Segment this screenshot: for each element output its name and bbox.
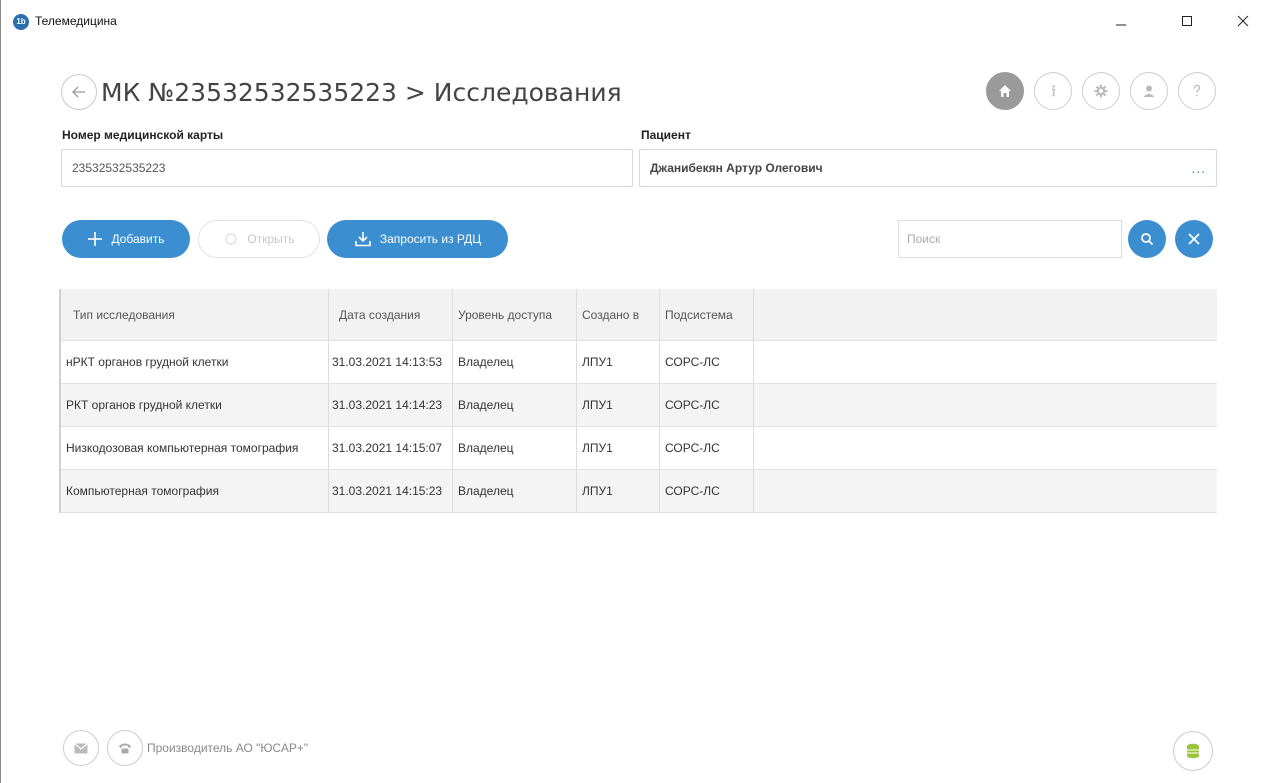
card-number-field[interactable]: 23532532535223 [61,149,633,187]
column-header[interactable]: Подсистема [660,289,754,340]
row-filler [754,341,1217,383]
column-header[interactable]: Дата создания [329,289,453,340]
open-button[interactable]: Открыть [198,220,320,258]
access-level-cell: Владелец [453,384,577,426]
user-button[interactable] [1130,72,1168,110]
clear-search-button[interactable] [1175,220,1213,258]
request-rdc-button[interactable]: Запросить из РДЦ [327,220,508,258]
created-in-cell: ЛПУ1 [577,341,660,383]
patient-select-button[interactable]: ... [1191,160,1206,176]
footer: Производитель АО "ЮСАР+" [63,730,308,766]
home-icon [999,85,1011,97]
question-icon [1193,84,1201,97]
patient-field[interactable]: Джанибекян Артур Олегович ... [639,149,1217,187]
row-filler [754,384,1217,426]
phone-icon [119,743,131,754]
request-rdc-label: Запросить из РДЦ [379,232,482,246]
plus-icon [88,232,103,246]
created-date-cell: 31.03.2021 14:15:23 [329,470,453,512]
manufacturer-text: Производитель АО "ЮСАР+" [147,741,309,755]
patient-label: Пациент [641,128,691,142]
maximize-icon [1182,16,1192,26]
table-row[interactable]: РКТ органов грудной клетки 31.03.2021 14… [61,384,1217,427]
access-level-cell: Владелец [453,470,577,512]
table-row[interactable]: нРКТ органов грудной клетки 31.03.2021 1… [61,341,1217,384]
access-level-cell: Владелец [453,427,577,469]
open-icon [225,233,238,245]
page-title: МК №23532532535223 > Исследования [101,77,622,107]
table-row[interactable]: Компьютерная томография 31.03.2021 14:15… [61,470,1217,513]
database-button[interactable] [1173,731,1213,771]
user-icon [1143,85,1155,97]
mail-icon [74,742,88,753]
help-button[interactable] [1178,72,1216,110]
column-header[interactable]: Уровень доступа [453,289,577,340]
search-button[interactable] [1128,220,1166,258]
title-bar: 1b Телемедицина [1,0,1270,40]
subsystem-cell: СОРС-ЛС [660,384,754,426]
created-date-cell: 31.03.2021 14:13:53 [329,341,453,383]
study-type-cell: нРКТ органов грудной клетки [61,341,329,383]
minimize-button[interactable] [1101,8,1141,34]
created-in-cell: ЛПУ1 [577,427,660,469]
column-header[interactable]: Тип исследования [61,289,329,340]
download-icon [355,232,371,247]
close-button[interactable] [1223,8,1263,34]
info-icon [1052,85,1056,97]
search-input[interactable]: Поиск [898,220,1122,258]
created-date-cell: 31.03.2021 14:14:23 [329,384,453,426]
back-button[interactable] [61,74,97,110]
gear-icon [1094,84,1108,98]
row-filler [754,470,1217,512]
study-type-cell: Низкодозовая компьютерная томография [61,427,329,469]
info-button[interactable] [1034,72,1072,110]
study-type-cell: Компьютерная томография [61,470,329,512]
created-date-cell: 31.03.2021 14:15:07 [329,427,453,469]
column-header[interactable]: Создано в [577,289,660,340]
app-window: 1b Телемедицина МК №23532532535223 > Исс… [0,0,1270,783]
window-title: Телемедицина [35,14,117,28]
close-icon [1188,233,1200,245]
subsystem-cell: СОРС-ЛС [660,470,754,512]
card-number-label: Номер медицинской карты [62,128,224,142]
study-type-cell: РКТ органов грудной клетки [61,384,329,426]
close-icon [1237,15,1249,27]
access-level-cell: Владелец [453,341,577,383]
minimize-icon [1116,24,1126,26]
subsystem-cell: СОРС-ЛС [660,341,754,383]
studies-table: Тип исследования Дата создания Уровень д… [59,289,1217,513]
home-button[interactable] [986,72,1024,110]
open-button-label: Открыть [247,232,295,246]
table-row[interactable]: Низкодозовая компьютерная томография 31.… [61,427,1217,470]
mail-button[interactable] [63,730,99,766]
app-logo: 1b [13,14,29,30]
settings-button[interactable] [1082,72,1120,110]
subsystem-cell: СОРС-ЛС [660,427,754,469]
row-filler [754,427,1217,469]
column-header-filler [754,289,1217,340]
created-in-cell: ЛПУ1 [577,384,660,426]
created-in-cell: ЛПУ1 [577,470,660,512]
add-button[interactable]: Добавить [62,220,190,258]
patient-name: Джанибекян Артур Олегович [650,161,823,175]
database-icon [1187,743,1199,759]
maximize-button[interactable] [1167,8,1207,34]
arrow-left-icon [72,86,85,98]
table-header: Тип исследования Дата создания Уровень д… [61,289,1217,341]
page-header: МК №23532532535223 > Исследования [61,72,622,112]
add-button-label: Добавить [111,232,165,246]
search-icon [1141,233,1154,246]
top-icon-bar [986,72,1216,110]
phone-button[interactable] [107,730,143,766]
